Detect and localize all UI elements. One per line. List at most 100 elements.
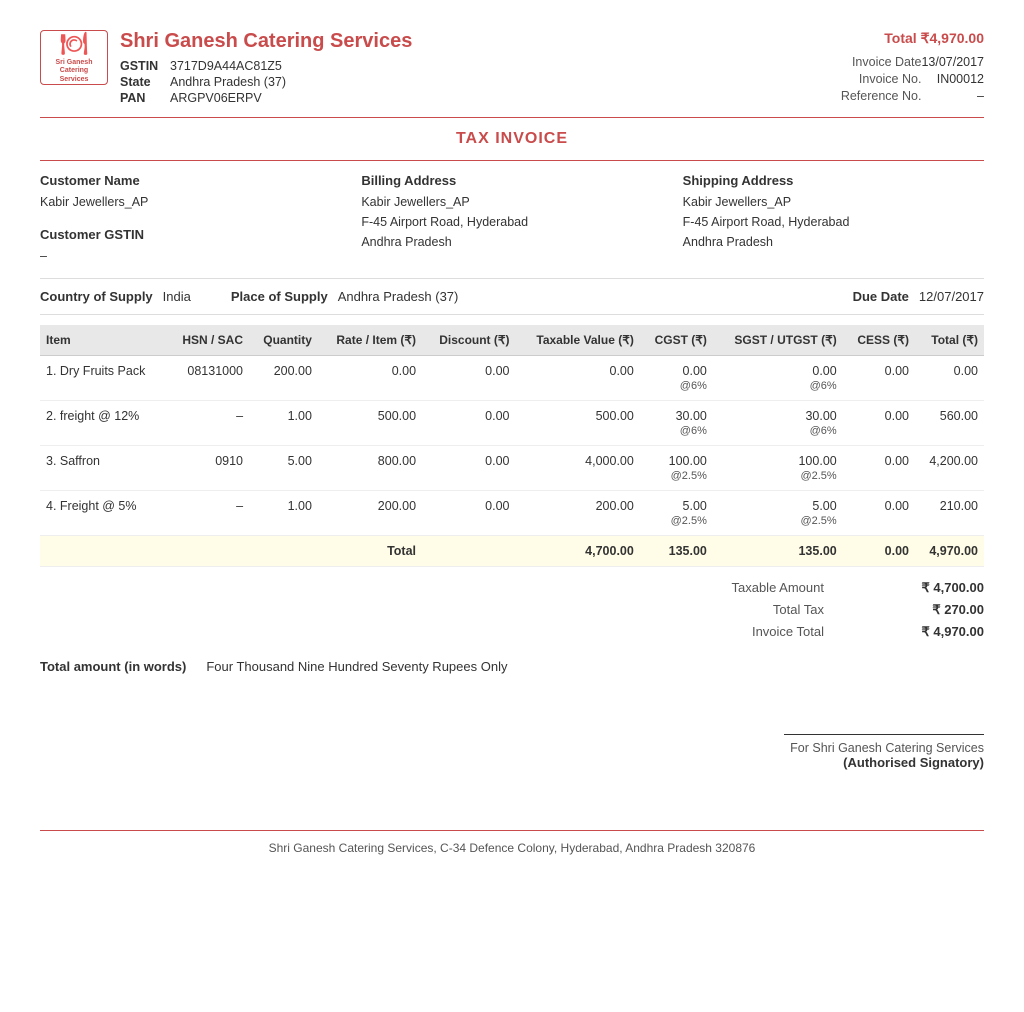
item-hsn: 0910 xyxy=(166,446,249,491)
billing-label: Billing Address xyxy=(361,173,662,188)
item-qty: 1.00 xyxy=(249,401,318,446)
item-total: 560.00 xyxy=(915,401,984,446)
item-taxable: 500.00 xyxy=(516,401,640,446)
th-hsn: HSN / SAC xyxy=(166,325,249,356)
total-qty xyxy=(249,536,318,567)
item-discount: 0.00 xyxy=(422,401,515,446)
total-cgst: 135.00 xyxy=(640,536,713,567)
words-value: Four Thousand Nine Hundred Seventy Rupee… xyxy=(206,659,507,674)
footer: Shri Ganesh Catering Services, C-34 Defe… xyxy=(40,830,984,855)
sgst-rate: @6% xyxy=(810,425,837,437)
item-taxable: 4,000.00 xyxy=(516,446,640,491)
invoice-total-value: ₹ 4,970.00 xyxy=(884,624,984,640)
item-taxable: 200.00 xyxy=(516,491,640,536)
company-name: Shri Ganesh Catering Services xyxy=(120,30,412,53)
invoice-page: 🍽 Sri GaneshCatering Services Shri Ganes… xyxy=(0,0,1024,885)
shipping-label: Shipping Address xyxy=(683,173,984,188)
header-section: 🍽 Sri GaneshCatering Services Shri Ganes… xyxy=(40,30,984,105)
state-value: Andhra Pradesh (37) xyxy=(170,75,412,89)
item-hsn: – xyxy=(166,491,249,536)
item-rate: 800.00 xyxy=(318,446,422,491)
item-qty: 1.00 xyxy=(249,491,318,536)
header-right: Total ₹4,970.00 Invoice Date 13/07/2017 … xyxy=(811,30,984,103)
item-number: 1. Dry Fruits Pack xyxy=(40,356,166,401)
shipping-address1: F-45 Airport Road, Hyderabad xyxy=(683,212,984,232)
table-header-row: Item HSN / SAC Quantity Rate / Item (₹) … xyxy=(40,325,984,356)
footer-text: Shri Ganesh Catering Services, C-34 Defe… xyxy=(269,841,756,855)
shipping-address-section: Shipping Address Kabir Jewellers_AP F-45… xyxy=(683,173,984,266)
item-hsn: 08131000 xyxy=(166,356,249,401)
customer-gstin-value: – xyxy=(40,246,341,266)
supply-divider xyxy=(40,314,984,315)
total-tax-row: Total Tax ₹ 270.00 xyxy=(584,602,984,618)
invoice-date-value: 13/07/2017 xyxy=(921,55,984,69)
th-cess: CESS (₹) xyxy=(843,325,915,356)
item-hsn: – xyxy=(166,401,249,446)
invoice-total-label: Invoice Total xyxy=(644,624,824,640)
th-item: Item xyxy=(40,325,166,356)
item-rate: 200.00 xyxy=(318,491,422,536)
item-total: 4,200.00 xyxy=(915,446,984,491)
table-body: 1. Dry Fruits Pack 08131000 200.00 0.00 … xyxy=(40,356,984,567)
th-cgst: CGST (₹) xyxy=(640,325,713,356)
table-total-row: Total 4,700.00 135.00 135.00 0.00 4,970.… xyxy=(40,536,984,567)
sign-company: For Shri Ganesh Catering Services xyxy=(40,741,984,755)
sgst-rate: @6% xyxy=(810,380,837,392)
table-row: 1. Dry Fruits Pack 08131000 200.00 0.00 … xyxy=(40,356,984,401)
total-total: 4,970.00 xyxy=(915,536,984,567)
due-date-label: Due Date xyxy=(853,289,909,304)
item-sgst: 5.00@2.5% xyxy=(713,491,843,536)
item-rate: 0.00 xyxy=(318,356,422,401)
item-taxable: 0.00 xyxy=(516,356,640,401)
item-cgst: 5.00@2.5% xyxy=(640,491,713,536)
table-row: 4. Freight @ 5% – 1.00 200.00 0.00 200.0… xyxy=(40,491,984,536)
item-discount: 0.00 xyxy=(422,491,515,536)
due-date-value: 12/07/2017 xyxy=(919,289,984,304)
place-label: Place of Supply xyxy=(231,289,328,304)
th-taxable: Taxable Value (₹) xyxy=(516,325,640,356)
logo-text: Sri GaneshCatering Services xyxy=(45,59,103,84)
item-total: 210.00 xyxy=(915,491,984,536)
item-cgst: 100.00@2.5% xyxy=(640,446,713,491)
title-divider xyxy=(40,160,984,161)
total-rate-label: Total xyxy=(318,536,422,567)
item-sgst: 30.00@6% xyxy=(713,401,843,446)
company-logo: 🍽 Sri GaneshCatering Services xyxy=(40,30,108,85)
invoice-total-row: Invoice Total ₹ 4,970.00 xyxy=(584,624,984,640)
item-cess: 0.00 xyxy=(843,491,915,536)
item-cess: 0.00 xyxy=(843,446,915,491)
item-number: 2. freight @ 12% xyxy=(40,401,166,446)
th-total: Total (₹) xyxy=(915,325,984,356)
table-row: 2. freight @ 12% – 1.00 500.00 0.00 500.… xyxy=(40,401,984,446)
th-rate: Rate / Item (₹) xyxy=(318,325,422,356)
th-sgst: SGST / UTGST (₹) xyxy=(713,325,843,356)
item-cgst: 30.00@6% xyxy=(640,401,713,446)
customer-gstin-label: Customer GSTIN xyxy=(40,227,341,242)
pan-label: PAN xyxy=(120,91,170,105)
sgst-rate: @2.5% xyxy=(800,470,836,482)
cgst-rate: @6% xyxy=(680,425,707,437)
shipping-address2: Andhra Pradesh xyxy=(683,232,984,252)
words-label: Total amount (in words) xyxy=(40,659,186,674)
place-value: Andhra Pradesh (37) xyxy=(338,289,459,304)
country-value: India xyxy=(163,289,191,304)
table-row: 3. Saffron 0910 5.00 800.00 0.00 4,000.0… xyxy=(40,446,984,491)
invoice-date-label: Invoice Date xyxy=(811,55,921,69)
shipping-name: Kabir Jewellers_AP xyxy=(683,192,984,212)
total-label xyxy=(40,536,166,567)
invoice-table: Item HSN / SAC Quantity Rate / Item (₹) … xyxy=(40,325,984,567)
customer-name-section: Customer Name Kabir Jewellers_AP Custome… xyxy=(40,173,341,266)
billing-address1: F-45 Airport Road, Hyderabad xyxy=(361,212,662,232)
company-details: GSTIN 3717D9A44AC81Z5 State Andhra Prade… xyxy=(120,59,412,105)
due-date: Due Date 12/07/2017 xyxy=(853,289,984,304)
customer-name-label: Customer Name xyxy=(40,173,341,188)
item-qty: 5.00 xyxy=(249,446,318,491)
total-sgst: 135.00 xyxy=(713,536,843,567)
th-quantity: Quantity xyxy=(249,325,318,356)
customer-name-value: Kabir Jewellers_AP xyxy=(40,192,341,212)
company-info: Shri Ganesh Catering Services GSTIN 3717… xyxy=(120,30,412,105)
invoice-meta: Invoice Date 13/07/2017 Invoice No. IN00… xyxy=(811,55,984,103)
cgst-rate: @2.5% xyxy=(671,470,707,482)
total-tax-value: ₹ 270.00 xyxy=(884,602,984,618)
item-rate: 500.00 xyxy=(318,401,422,446)
